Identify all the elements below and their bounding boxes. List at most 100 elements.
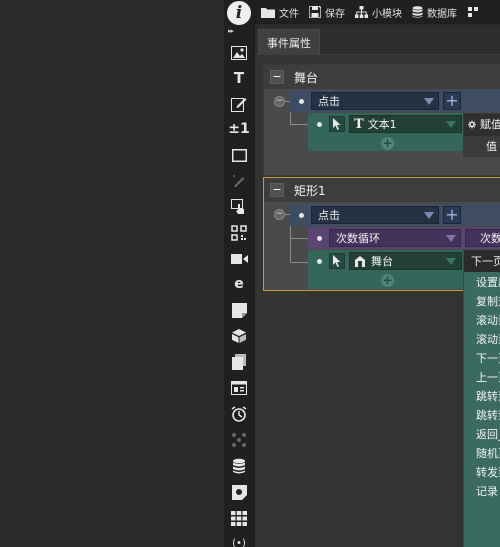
counter-tool-icon[interactable]: ±1 (228, 118, 250, 140)
file-menu[interactable]: 文件 (255, 0, 303, 24)
event-trigger-value: 点击 (318, 209, 340, 222)
pages-tool-icon[interactable] (228, 351, 250, 373)
sitemap-icon (355, 6, 368, 18)
dropdown-item[interactable]: 滚动到 (464, 310, 500, 329)
dropdown-item[interactable]: 记录 (464, 481, 500, 500)
box-tool-icon[interactable] (228, 325, 250, 347)
signal-tool-icon[interactable]: (•) (228, 532, 250, 547)
rectangle-tool-icon[interactable] (228, 144, 250, 166)
pick-target-button[interactable] (329, 116, 345, 132)
dropdown-header[interactable]: 下一页 (464, 250, 500, 272)
action-row: 舞台 (308, 250, 468, 272)
qrcode-tool-icon[interactable] (228, 222, 250, 244)
pick-target-button[interactable] (329, 253, 345, 269)
action-dropdown-menu: 下一页 设置属性 复制对象 滚动到 滚动到 下一页 上一页 跳转到 跳转到 返回… (463, 250, 500, 547)
save-menu[interactable]: 保存 (303, 0, 349, 24)
dropdown-item[interactable]: 转发到 (464, 462, 500, 481)
bullet-dot (317, 235, 322, 241)
tree-connector (290, 124, 308, 125)
window-tool-icon[interactable] (228, 377, 250, 399)
camera-tool-icon[interactable] (228, 481, 250, 503)
collapse-button[interactable]: − (270, 183, 284, 197)
settings-menu[interactable] (461, 0, 487, 24)
add-action-button[interactable]: + (443, 92, 461, 110)
assign-label: 赋值 (480, 118, 500, 131)
browser-tool-icon[interactable]: e (228, 273, 250, 295)
dropdown-item[interactable]: 设置属性 (464, 272, 500, 291)
module-menu-label: 小模块 (372, 8, 402, 20)
action-target-value: 舞台 (371, 255, 393, 268)
add-action-button[interactable]: + (443, 206, 461, 224)
video-tool-icon[interactable] (228, 248, 250, 270)
loop-count-label: 次数 (480, 232, 500, 245)
add-subaction-icon[interactable]: + (381, 274, 394, 287)
collapse-button[interactable]: − (270, 70, 284, 84)
database-menu-label: 数据库 (427, 8, 457, 20)
loop-type-select[interactable]: 次数循环 (329, 229, 461, 247)
dropdown-item[interactable]: 跳转到 (464, 386, 500, 405)
physics-tool-icon[interactable] (228, 429, 250, 451)
remove-event-icon[interactable]: − (274, 209, 285, 220)
dropdown-item[interactable]: 下一页 (464, 348, 500, 367)
group-header: − 矩形1 (264, 178, 500, 202)
bullet-dot (317, 121, 322, 127)
dropdown-selected: 下一页 (471, 255, 500, 268)
value-field[interactable]: 值 (464, 136, 500, 156)
chevron-down-icon (446, 258, 456, 265)
chevron-down-icon (424, 212, 434, 219)
dropdown-item[interactable]: 滚动到 (464, 329, 500, 348)
note-tool-icon[interactable] (228, 299, 250, 321)
tree-connector (290, 226, 291, 263)
gear-icon (468, 120, 476, 128)
chevron-down-icon (446, 235, 456, 242)
text-tool-icon[interactable]: T (228, 67, 250, 89)
event-row: 点击 + (290, 204, 500, 226)
event-trigger-select[interactable]: 点击 (311, 206, 439, 224)
event-trigger-select[interactable]: 点击 (311, 92, 439, 110)
module-menu[interactable]: 小模块 (349, 0, 406, 24)
settings-icon (468, 7, 478, 17)
tree-connector (290, 262, 308, 263)
folder-icon (261, 7, 275, 18)
info-logo-icon[interactable]: i (227, 1, 251, 25)
chevron-down-icon (424, 98, 434, 105)
loop-type-value: 次数循环 (336, 232, 380, 245)
value-label: 值 (486, 140, 497, 153)
pen-tool-icon[interactable] (228, 170, 250, 192)
tab-event-properties[interactable]: 事件属性 (258, 29, 320, 55)
dropdown-item[interactable]: 复制对象 (464, 291, 500, 310)
save-menu-label: 保存 (325, 8, 345, 20)
group-title: 舞台 (294, 70, 319, 85)
loop-row: 次数循环 次数 (308, 227, 500, 249)
grid-tool-icon[interactable] (228, 507, 250, 529)
dropdown-item[interactable]: 返回_ (464, 424, 500, 443)
save-icon (309, 6, 321, 18)
stage-icon (355, 255, 365, 267)
database-tool-icon[interactable] (228, 455, 250, 477)
action-target-select[interactable]: 舞台 (349, 252, 462, 270)
chevron-down-icon (446, 121, 456, 128)
action-row: T 文本1 (308, 113, 468, 135)
loop-count-field[interactable]: 次数 (465, 229, 500, 247)
cursor-icon (333, 255, 341, 267)
action-target-value: 文本1 (367, 118, 397, 131)
action-target-select[interactable]: T 文本1 (349, 115, 462, 133)
panel-tabbar: 事件属性 (255, 27, 500, 55)
cursor-icon (333, 118, 341, 130)
event-row: 点击 + (290, 90, 500, 112)
timer-tool-icon[interactable] (228, 403, 250, 425)
add-subaction-icon[interactable]: + (381, 137, 394, 150)
text-type-icon: T (354, 116, 364, 132)
dropdown-item[interactable]: 随机页 (464, 443, 500, 462)
event-trigger-value: 点击 (318, 95, 340, 108)
app-window: i ▸▸ T ±1 e (•) 文件 保存 小模块 数据库 事件属性 − 舞台 … (0, 0, 500, 547)
database-menu[interactable]: 数据库 (406, 0, 461, 24)
dropdown-item[interactable]: 上一页 (464, 367, 500, 386)
remove-event-icon[interactable]: − (274, 96, 285, 107)
expand-toolbar-icon[interactable]: ▸▸ (228, 27, 234, 35)
edit-tool-icon[interactable] (228, 93, 250, 115)
assign-header: 赋值 (464, 114, 500, 134)
image-tool-icon[interactable] (228, 42, 250, 64)
touch-tool-icon[interactable] (228, 196, 250, 218)
dropdown-item[interactable]: 跳转到 (464, 405, 500, 424)
